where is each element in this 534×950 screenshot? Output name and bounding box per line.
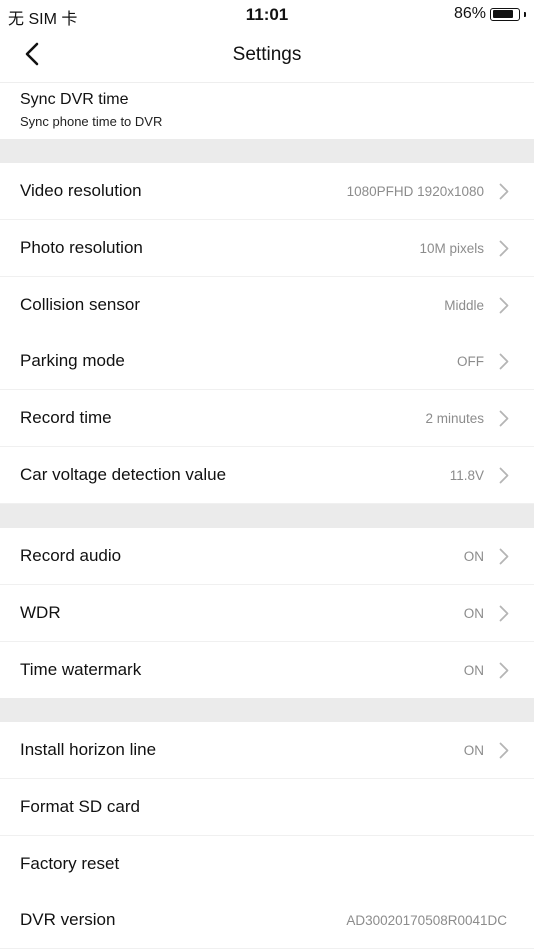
chevron-right-icon	[499, 353, 509, 370]
chevron-right-icon	[499, 742, 509, 759]
battery-percent: 86%	[453, 5, 486, 22]
setting-row-factory-reset[interactable]: Factory reset	[0, 835, 534, 893]
section-separator	[0, 698, 534, 722]
page-title: Settings	[232, 44, 302, 65]
setting-label: Time watermark	[20, 659, 142, 679]
setting-row-record-time[interactable]: Record time 2 minutes	[0, 390, 534, 448]
setting-value: ON	[463, 662, 484, 678]
sync-dvr-time-row[interactable]: Sync DVR time Sync phone time to DVR	[0, 83, 534, 139]
sync-dvr-time-label: Sync DVR time	[20, 91, 129, 108]
setting-row-dvr-version[interactable]: DVR version AD30020170508R0041DC	[0, 892, 534, 950]
setting-row-wdr[interactable]: WDR ON	[0, 584, 534, 642]
sync-dvr-time-subtitle: Sync phone time to DVR	[20, 114, 163, 129]
setting-row-record-audio[interactable]: Record audio ON	[0, 528, 534, 585]
setting-row-time-watermark[interactable]: Time watermark ON	[0, 641, 534, 699]
chevron-right-icon	[499, 467, 509, 484]
setting-value: ON	[463, 549, 484, 564]
setting-value: 1080PFHD 1920x1080	[346, 184, 484, 199]
chevron-right-icon	[499, 183, 509, 200]
setting-label: Video resolution	[20, 181, 142, 200]
chevron-right-icon	[499, 548, 509, 565]
setting-label: Factory reset	[20, 853, 120, 873]
status-bar: 无 SIM 卡 11:01 86%	[0, 0, 534, 28]
navigation-bar: Settings	[0, 28, 534, 83]
section-separator	[0, 504, 534, 528]
battery-icon	[490, 7, 520, 21]
setting-value: 2 minutes	[425, 411, 484, 427]
section-separator	[0, 139, 534, 163]
chevron-right-icon	[499, 297, 509, 313]
setting-row-video-resolution[interactable]: Video resolution 1080PFHD 1920x1080	[0, 163, 534, 220]
setting-label: Record audio	[20, 546, 122, 565]
chevron-right-icon	[499, 605, 509, 622]
setting-value: ON	[463, 743, 484, 758]
chevron-right-icon	[499, 410, 509, 427]
setting-label: Record time	[20, 408, 112, 428]
setting-label: Format SD card	[20, 796, 140, 816]
setting-value: AD30020170508R0041DC	[346, 913, 507, 929]
setting-label: Parking mode	[20, 351, 125, 371]
setting-row-parking-mode[interactable]: Parking mode OFF	[0, 333, 534, 391]
setting-label: Collision sensor	[20, 294, 140, 314]
setting-row-photo-resolution[interactable]: Photo resolution 10M pixels	[0, 219, 534, 277]
setting-row-car-voltage-detection-value[interactable]: Car voltage detection value 11.8V	[0, 447, 534, 504]
setting-value: OFF	[457, 354, 484, 370]
battery-status: 86%	[454, 5, 526, 23]
setting-label: Install horizon line	[20, 740, 157, 759]
setting-row-install-horizon-line[interactable]: Install horizon line ON	[0, 722, 534, 779]
setting-value: ON	[463, 605, 484, 621]
setting-label: WDR	[20, 602, 61, 622]
setting-label: Car voltage detection value	[20, 465, 227, 484]
setting-value: 10M pixels	[419, 240, 484, 256]
chevron-right-icon	[499, 662, 509, 678]
setting-value: Middle	[444, 297, 484, 313]
setting-label: DVR version	[20, 910, 116, 930]
setting-row-format-sd-card[interactable]: Format SD card	[0, 778, 534, 836]
setting-value: 11.8V	[449, 468, 484, 483]
chevron-right-icon	[499, 240, 509, 257]
setting-row-collision-sensor[interactable]: Collision sensor Middle	[0, 276, 534, 334]
setting-label: Photo resolution	[20, 237, 143, 257]
